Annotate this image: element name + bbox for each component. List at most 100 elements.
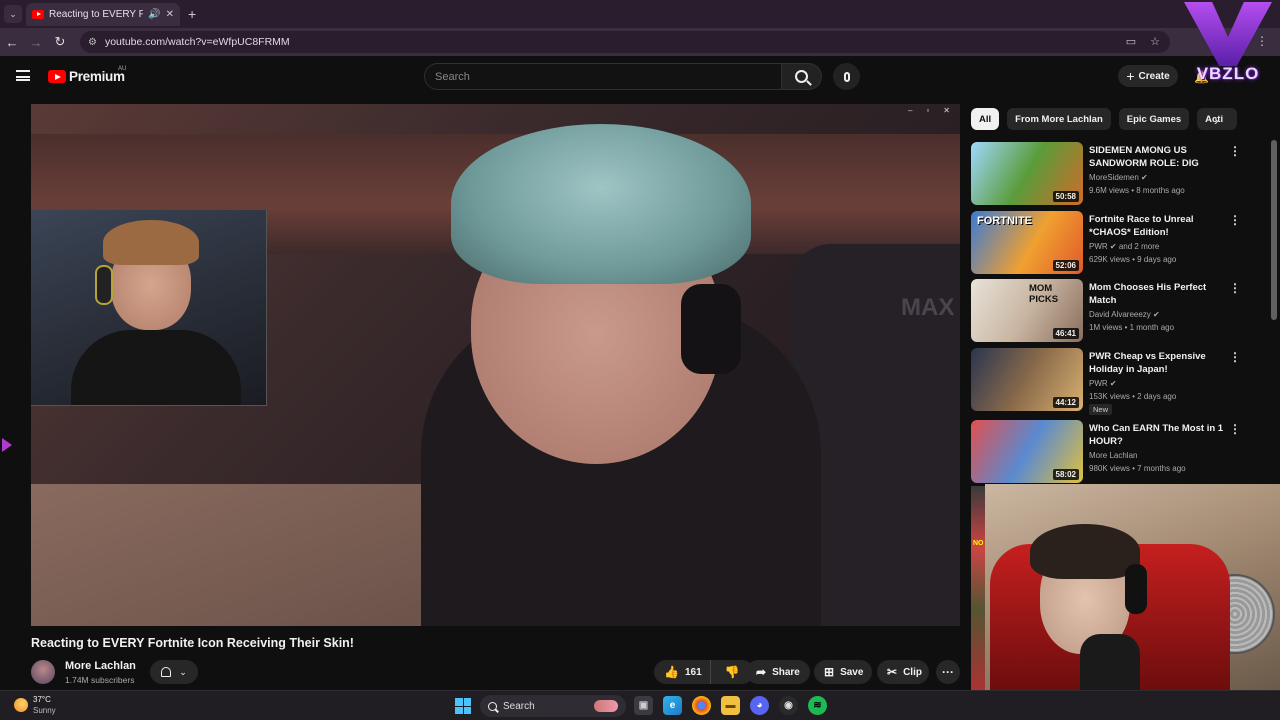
url-text[interactable]: youtube.com/watch?v=eWfpUC8FRMM: [105, 36, 290, 48]
kebab-menu-icon[interactable]: ⋮: [1229, 281, 1241, 295]
rec-title[interactable]: Mom Chooses His Perfect Match: [1089, 281, 1224, 307]
recommendation-item[interactable]: MOM PICKS 46:41 Mom Chooses His Perfect …: [971, 279, 1271, 343]
video-thumbnail[interactable]: FORTNITE 52:06: [971, 211, 1083, 274]
chip-epic-games[interactable]: Epic Games: [1118, 108, 1190, 130]
cast-icon[interactable]: ▭: [1126, 35, 1136, 48]
microphone: [1080, 634, 1140, 690]
weather-sun-icon[interactable]: [14, 698, 28, 712]
streamer-webcam: [985, 484, 1280, 690]
search-icon: [795, 70, 808, 83]
channel-avatar[interactable]: [31, 660, 55, 684]
taskbar-search[interactable]: Search: [480, 695, 626, 717]
share-button[interactable]: ➦ Share: [746, 660, 810, 684]
rec-channel[interactable]: MoreSidemen ✔: [1089, 173, 1148, 182]
rec-title[interactable]: SIDEMEN AMONG US SANDWORM ROLE: DIG UNDE…: [1089, 144, 1224, 170]
search-button[interactable]: [782, 63, 822, 90]
duration: 46:41: [1052, 328, 1079, 339]
duration: 52:06: [1052, 260, 1079, 271]
browser-toolbar: ← → ↻ ⚙ youtube.com/watch?v=eWfpUC8FRMM …: [0, 28, 1280, 56]
recommendation-item[interactable]: 58:02 Who Can EARN The Most in 1 HOUR? M…: [971, 420, 1271, 484]
sidebar-scrollbar[interactable]: [1271, 140, 1277, 320]
kebab-menu-icon[interactable]: ⋮: [1229, 422, 1241, 436]
verified-icon: ✔: [1109, 379, 1117, 388]
tab-close-icon[interactable]: ✕: [166, 9, 174, 20]
search-input[interactable]: Search: [424, 63, 782, 90]
like-button[interactable]: 👍 161: [654, 660, 711, 684]
video-thumbnail[interactable]: MOM PICKS 46:41: [971, 279, 1083, 342]
chrome-icon[interactable]: [692, 696, 711, 715]
weather-condition[interactable]: Sunny: [33, 706, 56, 715]
new-tab-button[interactable]: +: [188, 6, 196, 22]
save-button[interactable]: ⊞ Save: [814, 660, 872, 684]
video-thumbnail[interactable]: 50:58: [971, 142, 1083, 205]
back-icon[interactable]: ←: [0, 35, 24, 50]
thumbs-up-icon: 👍: [664, 665, 679, 679]
rec-meta: 980K views • 7 months ago: [1089, 464, 1186, 473]
video-player[interactable]: MAX – ▫ ✕: [31, 104, 960, 626]
discord-icon[interactable]: ◕: [750, 696, 769, 715]
taskbar-apps: ▣ e ▬ ◕ ◉ ≋: [634, 696, 827, 715]
recommendation-item[interactable]: FORTNITE 52:06 Fortnite Race to Unreal *…: [971, 211, 1271, 275]
bookmark-star-icon[interactable]: ☆: [1150, 35, 1160, 48]
youtube-favicon-icon: [32, 10, 44, 19]
more-actions-button[interactable]: ···: [936, 660, 960, 684]
share-label: Share: [772, 666, 800, 678]
reactor-body: [71, 330, 241, 405]
weather-temperature[interactable]: 37°C: [33, 695, 51, 704]
edge-icon[interactable]: e: [663, 696, 682, 715]
save-label: Save: [840, 666, 864, 678]
kebab-menu-icon[interactable]: ⋮: [1229, 144, 1241, 158]
duration: 50:58: [1052, 191, 1079, 202]
rec-channel[interactable]: PWR ✔ and 2 more: [1089, 242, 1159, 251]
chip-all[interactable]: All: [971, 108, 1000, 130]
subscribed-bell-button[interactable]: ⌄: [150, 660, 198, 684]
dislike-button[interactable]: 👎: [717, 665, 748, 679]
kebab-menu-icon[interactable]: ⋮: [1229, 213, 1241, 227]
menu-icon[interactable]: [16, 70, 30, 81]
rec-title[interactable]: PWR Cheap vs Expensive Holiday in Japan!: [1089, 350, 1224, 376]
video-thumbnail[interactable]: 44:12: [971, 348, 1083, 411]
task-view-icon[interactable]: ▣: [634, 696, 653, 715]
reload-icon[interactable]: ↻: [48, 34, 72, 50]
forward-icon[interactable]: →: [24, 35, 48, 50]
rec-meta: 1M views • 1 month ago: [1089, 323, 1175, 332]
reactor-camera-inset: [31, 210, 267, 406]
minimize-icon[interactable]: –: [908, 106, 912, 115]
kebab-menu-icon[interactable]: ⋮: [1229, 350, 1241, 364]
clip-button[interactable]: ✂ Clip: [877, 660, 929, 684]
rec-title[interactable]: Who Can EARN The Most in 1 HOUR?: [1089, 422, 1224, 448]
windows-start-icon[interactable]: [455, 698, 471, 714]
microphone-icon: [843, 71, 850, 82]
vbzlo-v-shape: [1184, 2, 1272, 66]
file-explorer-icon[interactable]: ▬: [721, 696, 740, 715]
youtube-premium-logo[interactable]: Premium: [48, 69, 125, 84]
tab-search-icon[interactable]: ⌄: [4, 5, 22, 23]
address-bar[interactable]: ⚙ youtube.com/watch?v=eWfpUC8FRMM ▭ ☆: [80, 31, 1170, 53]
video-thumbnail[interactable]: 58:02: [971, 420, 1083, 483]
obs-icon[interactable]: ◉: [779, 696, 798, 715]
close-icon[interactable]: ✕: [943, 106, 950, 115]
recommendation-item[interactable]: 44:12 PWR Cheap vs Expensive Holiday in …: [971, 348, 1271, 415]
save-icon: ⊞: [824, 665, 835, 679]
recommendation-item[interactable]: 50:58 SIDEMEN AMONG US SANDWORM ROLE: DI…: [971, 142, 1271, 206]
create-button[interactable]: + Create: [1118, 65, 1178, 87]
restore-icon[interactable]: ▫: [926, 106, 929, 115]
verified-icon: ✔: [1141, 173, 1148, 182]
rec-channel[interactable]: David Alvareeezy ✔: [1089, 310, 1160, 319]
speaker-icon[interactable]: 🔊: [148, 9, 160, 20]
rec-title[interactable]: Fortnite Race to Unreal *CHAOS* Edition!: [1089, 213, 1224, 239]
voice-search-button[interactable]: [833, 63, 860, 90]
site-info-icon[interactable]: ⚙: [88, 37, 97, 48]
chair-text: MAX: [901, 294, 955, 321]
browser-tab[interactable]: Reacting to EVERY Fortnite 🔊 ✕: [26, 3, 180, 26]
chevron-down-icon: ⌄: [179, 666, 187, 677]
streamer-hair: [1030, 524, 1140, 579]
spotify-icon[interactable]: ≋: [808, 696, 827, 715]
rec-channel[interactable]: PWR ✔: [1089, 379, 1117, 388]
chip-from-more-lachlan[interactable]: From More Lachlan: [1007, 108, 1111, 130]
filter-chips: All From More Lachlan Epic Games Acti: [971, 108, 1238, 130]
chevron-right-icon[interactable]: ›: [1214, 112, 1219, 128]
channel-name[interactable]: More Lachlan: [65, 660, 136, 672]
rec-channel[interactable]: More Lachlan: [1089, 451, 1137, 460]
thumbnail-text: FORTNITE: [977, 215, 1032, 227]
